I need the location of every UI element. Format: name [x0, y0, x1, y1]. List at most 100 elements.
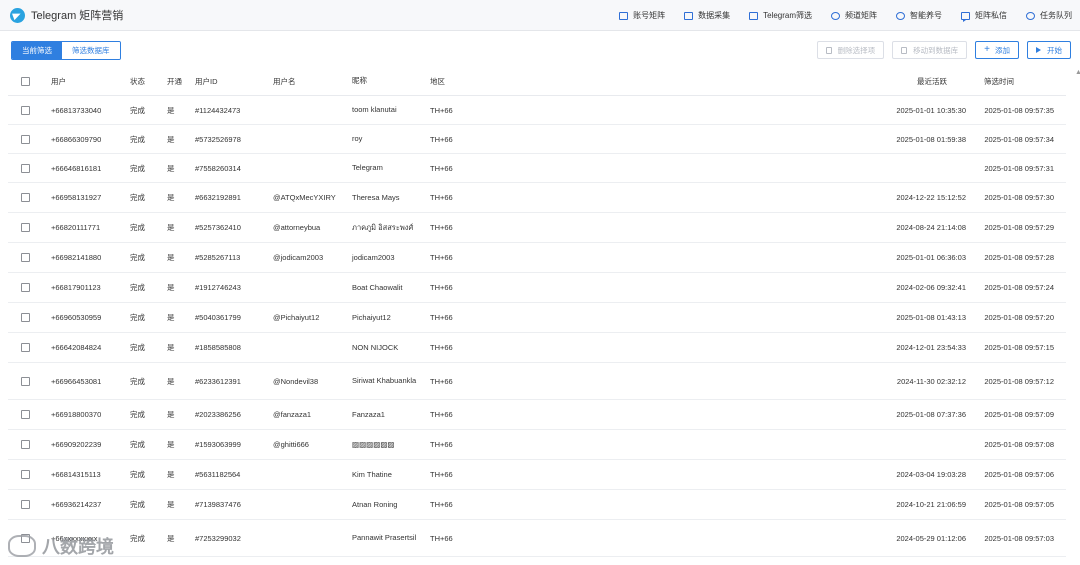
cell-nickname: roy	[352, 134, 363, 143]
table-row[interactable]: +66642084824 完成 是 #1858585808 NON NIJOCK TH+6…	[8, 333, 1066, 363]
cell-user: +66642084824	[51, 343, 102, 352]
scroll-up-icon[interactable]: ▲	[1075, 69, 1080, 77]
toolbar: 当前筛选 筛选数据库 删除选择项 移动到数据库 + 添加 开始	[0, 31, 1080, 67]
cell-user-id: #1858585808	[195, 343, 241, 352]
row-checkbox[interactable]	[21, 193, 30, 202]
row-checkbox[interactable]	[21, 283, 30, 292]
cell-nickname: Atnan Roning	[352, 499, 398, 509]
cell-last-active: 2025-01-08 01:59:38	[896, 134, 966, 144]
table-row[interactable]: +66866309790 完成 是 #5732526978 roy TH+66 2025-0…	[8, 125, 1066, 154]
table-row[interactable]: +66820111771 完成 是 #5257362410 @attorneybua ภา…	[8, 213, 1066, 243]
brand: Telegram 矩阵营销	[10, 7, 123, 23]
start-button[interactable]: 开始	[1027, 41, 1071, 59]
row-checkbox[interactable]	[21, 343, 30, 352]
table-row[interactable]: +66814315113 完成 是 #5631182564 Kim Thatine TH+…	[8, 460, 1066, 490]
header-user-id[interactable]: 用户ID	[195, 67, 218, 95]
row-checkbox[interactable]	[21, 253, 30, 262]
cell-last-active: 2024-03-04 19:03:28	[896, 470, 966, 479]
nav-item-task-queue[interactable]: 任务队列	[1026, 10, 1072, 21]
table-row[interactable]: +66982141880 完成 是 #5285267113 @jodicam2003 jo…	[8, 243, 1066, 273]
cell-open: 是	[167, 313, 175, 322]
header-open[interactable]: 开通	[167, 67, 182, 95]
move-icon	[901, 46, 908, 54]
cell-nickname: Pannawit Prasertsil	[352, 533, 417, 542]
trash-icon	[825, 46, 832, 54]
table-row[interactable]: +66936214237 完成 是 #7139837476 Atnan Roning TH…	[8, 490, 1066, 520]
cell-last-active: 2025-01-01 06:36:03	[896, 253, 966, 262]
header-user[interactable]: 用户	[51, 67, 66, 95]
tab-filter-database[interactable]: 筛选数据库	[62, 42, 120, 59]
cell-nickname: ภาคภูมิ อิสสระพงศ์	[352, 222, 414, 232]
results-table: 用户 状态 开通 用户ID 用户名 昵称 地区 最近活跃 筛选时间 +66813…	[8, 67, 1066, 557]
row-checkbox[interactable]	[21, 500, 30, 509]
delete-selected-button[interactable]: 删除选择项	[816, 41, 885, 59]
nav-item-smart-nurture[interactable]: 智能养号	[896, 10, 942, 21]
row-checkbox[interactable]	[21, 163, 30, 173]
tab-current-filter[interactable]: 当前筛选	[12, 42, 62, 59]
cell-open: 是	[167, 193, 175, 202]
toolbar-actions: 删除选择项 移动到数据库 + 添加 开始	[809, 41, 1071, 59]
cell-nickname: Siriwat Khabuankla	[352, 376, 417, 385]
nav-item-channels[interactable]: 频道矩阵	[831, 10, 877, 21]
cell-region: TH+66	[430, 410, 453, 419]
cell-region: TH+66	[430, 193, 453, 202]
row-checkbox[interactable]	[21, 410, 30, 419]
header-username[interactable]: 用户名	[273, 67, 296, 95]
cell-open: 是	[167, 283, 175, 292]
row-checkbox[interactable]	[21, 313, 30, 322]
table-row[interactable]: +66xxxxxxxxx 完成是 #7253299032 Pannawit Prase…	[8, 520, 1066, 557]
table-row[interactable]: +66909202239 完成 是 #1593063999 @ghitti666 ▨▨▨▨…	[8, 430, 1066, 460]
watermark: 八数跨境	[8, 533, 114, 559]
cell-status: 完成	[130, 470, 145, 479]
nav-item-private-message[interactable]: 矩阵私信	[961, 10, 1007, 22]
cell-filter-time: 2025-01-08 09:57:06	[984, 470, 1054, 479]
table-row[interactable]: +66646816181 完成 是 #7558260314 Telegram TH+66 2…	[8, 154, 1066, 183]
header-status[interactable]: 状态	[130, 67, 145, 95]
table-row[interactable]: +66813733040 完成 是 #1124432473 toom klanutai T…	[8, 96, 1066, 125]
plus-icon: +	[984, 44, 990, 55]
cell-status: 完成	[130, 410, 145, 419]
add-button[interactable]: + 添加	[975, 41, 1019, 59]
table-row[interactable]: +66918800370 完成 是 #2023386256 @fanzaza1 Fanza…	[8, 400, 1066, 430]
cell-username: @Pichaiyut12	[273, 313, 320, 322]
cell-user-id: #7558260314	[195, 163, 241, 173]
cell-status: 完成	[130, 134, 145, 144]
cell-open: 是	[167, 470, 175, 479]
table-row[interactable]: +66958131927 完成 是 #6632192891 @ATQxMecYXIRY T…	[8, 183, 1066, 213]
header-region[interactable]: 地区	[430, 67, 445, 95]
cell-nickname: Fanzaza1	[352, 409, 385, 419]
cell-region: TH+66	[430, 163, 453, 173]
header-filter-time[interactable]: 筛选时间	[984, 67, 1058, 95]
nav-item-data-collect[interactable]: 数据采集	[684, 10, 730, 21]
header-nickname[interactable]: 昵称	[352, 67, 424, 95]
cell-filter-time: 2025-01-08 09:57:28	[984, 253, 1054, 262]
row-checkbox[interactable]	[21, 376, 30, 386]
cell-user: +66982141880	[51, 253, 102, 262]
row-checkbox[interactable]	[21, 440, 30, 449]
nav-item-accounts[interactable]: 账号矩阵	[619, 10, 665, 21]
cell-region: TH+66	[430, 105, 453, 115]
table-row[interactable]: +66817901123 完成 是 #1912746243 Boat Chaowalit…	[8, 273, 1066, 303]
move-to-database-button[interactable]: 移动到数据库	[892, 41, 968, 59]
row-select-cell	[21, 243, 30, 272]
cell-region: TH+66	[430, 343, 453, 352]
select-all-checkbox[interactable]	[21, 76, 30, 86]
nav-item-telegram-filter[interactable]: Telegram筛选	[749, 10, 812, 21]
row-select-cell	[21, 96, 30, 124]
table-row[interactable]: +66966453081 完成 是 #6233612391 @Nondevil38 Sir…	[8, 363, 1066, 400]
table-row[interactable]: +66960530959 完成 是 #5040361799 @Pichaiyut12 Pi…	[8, 303, 1066, 333]
row-select-cell	[21, 303, 30, 332]
nav-label: 数据采集	[698, 11, 731, 20]
row-checkbox[interactable]	[21, 105, 30, 115]
cell-user-id: #1912746243	[195, 283, 241, 292]
cell-last-active: 2024-05-29 01:12:06	[896, 533, 966, 543]
cell-username: @ghitti666	[273, 440, 309, 449]
cell-region: TH+66	[430, 533, 453, 543]
cell-status: 完成	[130, 193, 145, 202]
row-checkbox[interactable]	[21, 134, 30, 144]
row-select-cell	[21, 125, 30, 153]
row-checkbox[interactable]	[21, 223, 30, 232]
cell-username: @attorneybua	[273, 223, 321, 232]
row-checkbox[interactable]	[21, 470, 30, 479]
cell-last-active: 2025-01-08 01:43:13	[896, 313, 966, 322]
